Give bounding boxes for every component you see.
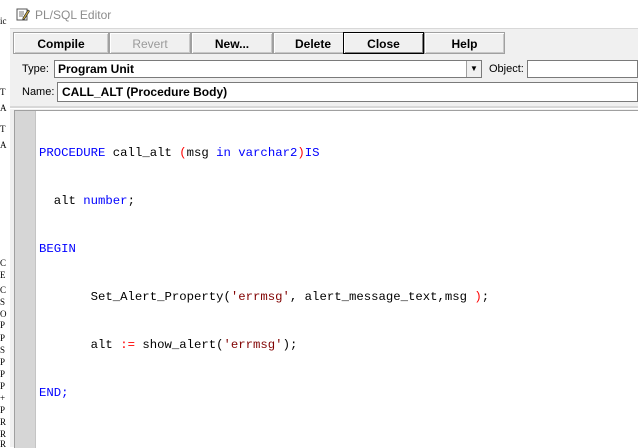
code-line: PROCEDURE call_alt (msg in varchar2)IS [39,145,638,161]
compile-button-label: Compile [37,37,85,51]
code-token: msg [186,146,217,160]
background-text-fragment: R [0,417,7,427]
new-button-label: New... [214,37,250,51]
type-select[interactable]: Program Unit ▼ [54,60,482,78]
code-token: ( [179,146,187,160]
code-token: ) [297,146,305,160]
separator [10,106,638,109]
code-token: ; [127,194,135,208]
code-token: BEGIN [39,242,76,256]
code-token: PROCEDURE [39,146,106,160]
code-token: in [216,146,231,160]
code-token: END; [39,386,69,400]
chevron-down-icon[interactable]: ▼ [466,61,481,77]
object-field[interactable] [527,60,638,78]
background-text-fragment: P [0,333,6,343]
close-button[interactable]: Close [343,32,424,54]
edit-pencil-icon [16,8,30,21]
code-token: show_alert( [134,338,224,352]
code-token: ); [282,338,298,352]
background-text-fragment: T [0,87,6,97]
name-label: Name: [22,86,55,98]
code-line: Set_Alert_Property('errmsg', alert_messa… [39,289,638,305]
code-line: END; [39,385,638,401]
background-text-fragment: C [0,258,7,268]
code-token: , alert_message_text,msg [289,290,475,304]
background-text-fragment: E [0,270,6,280]
background-text-fragment: S [0,345,6,355]
background-text-fragment: C [0,285,7,295]
background-text-fragment: P [0,405,6,415]
background-text-fragment: P [0,357,6,367]
code-token: alt [39,194,84,208]
name-field[interactable]: CALL_ALT (Procedure Body) [57,82,638,102]
background-text-fragment: R [0,439,7,447]
new-button[interactable]: New... [191,32,273,54]
code-token: := [120,338,135,352]
editor-gutter [15,111,36,448]
code-line: alt := show_alert('errmsg'); [39,337,638,353]
type-label: Type: [22,63,49,75]
code-token: 'errmsg' [223,338,283,352]
code-editor[interactable]: PROCEDURE call_alt (msg in varchar2)IS a… [14,110,638,448]
code-token: alt [39,338,121,352]
window-title: PL/SQL Editor [35,8,112,22]
code-token: Set_Alert_Property( [39,290,231,304]
plsql-editor-window: PL/SQL Editor Compile Revert New... Dele… [10,0,638,448]
object-label: Object: [489,63,524,75]
background-text-fragment: P [0,320,6,330]
delete-button[interactable]: Delete [273,32,353,54]
background-text-fragment: + [0,393,6,403]
background-text-fragment: A [0,103,7,113]
code-token: number [83,194,128,208]
background-text-fragment: O [0,309,7,319]
close-button-label: Close [367,37,400,51]
code-line: alt number; [39,193,638,209]
title-bar[interactable]: PL/SQL Editor [10,0,638,29]
type-select-value: Program Unit [58,62,135,76]
code-text[interactable]: PROCEDURE call_alt (msg in varchar2)IS a… [39,113,638,433]
background-text-fragment: ic [0,16,7,26]
help-button[interactable]: Help [424,32,505,54]
code-line: BEGIN [39,241,638,257]
revert-button[interactable]: Revert [109,32,191,54]
background-text-fragment: P [0,369,6,379]
background-text-fragment: R [0,429,7,439]
compile-button[interactable]: Compile [13,32,109,54]
code-token: 'errmsg' [230,290,290,304]
background-text-fragment: S [0,297,6,307]
code-token: ; [481,290,490,304]
background-text-fragment: A [0,140,7,150]
code-token: IS [304,146,320,160]
background-text-fragment: P [0,381,6,391]
name-field-value: CALL_ALT (Procedure Body) [62,85,228,99]
help-button-label: Help [451,37,478,51]
code-token: varchar2 [238,146,298,160]
button-toolbar: Compile Revert New... Delete Close Help [10,29,638,57]
delete-button-label: Delete [294,37,332,51]
code-token: call_alt [105,146,180,160]
background-text-fragment: T [0,124,6,134]
code-token: ) [474,290,482,304]
revert-button-label: Revert [132,37,168,51]
